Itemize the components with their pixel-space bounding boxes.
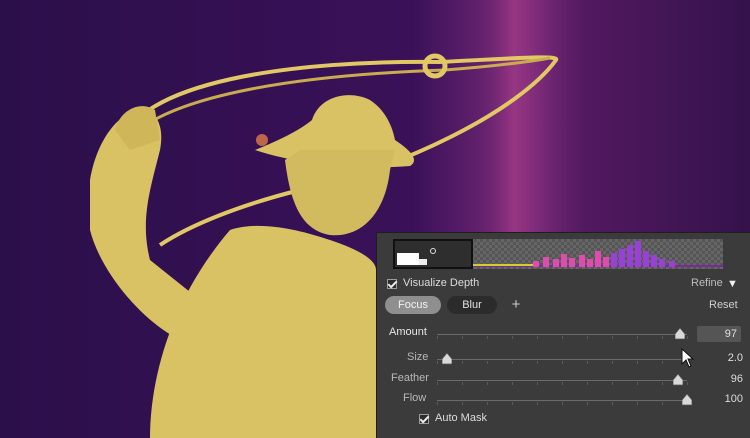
slider-amount-track[interactable] [437,334,688,339]
slider-tick [512,402,513,405]
mouse-cursor-icon [681,348,695,368]
slider-tick [662,402,663,405]
slider-tick [662,382,663,385]
auto-mask-row: Auto Mask [377,410,750,430]
reset-button[interactable]: Reset [709,299,738,311]
slider-tick [437,382,438,385]
slider-tick [487,402,488,405]
slider-size-thumb[interactable] [442,353,452,365]
slider-tick [512,361,513,364]
slider-amount-label: Amount [389,326,427,338]
slider-tick [662,361,663,364]
visualize-depth-checkbox[interactable] [387,279,397,289]
slider-feather: Feather 96 [377,370,750,390]
slider-tick [537,336,538,339]
tab-focus[interactable]: Focus [385,296,441,314]
slider-tick [587,336,588,339]
slider-tick [562,382,563,385]
slider-flow-thumb[interactable] [682,394,692,406]
slider-tick [437,361,438,364]
slider-size-value[interactable]: 2.0 [728,352,743,364]
auto-mask-checkbox[interactable] [419,414,429,424]
refine-label[interactable]: Refine [691,277,723,289]
slider-tick [637,382,638,385]
slider-amount-thumb[interactable] [675,328,685,340]
depth-panel: Visualize Depth Refine ▼ Focus Blur + Re… [376,232,750,438]
slider-flow-label: Flow [403,392,427,404]
slider-tick [487,361,488,364]
slider-size-track[interactable] [437,359,688,364]
slider-tick [462,402,463,405]
slider-tick [687,382,688,385]
slider-tick [512,382,513,385]
slider-tick [437,402,438,405]
slider-tick [537,361,538,364]
slider-tick [562,361,563,364]
add-button[interactable]: + [507,296,525,314]
slider-tick [537,402,538,405]
slider-feather-track[interactable] [437,380,688,385]
slider-tick [462,336,463,339]
slider-tick [437,336,438,339]
slider-tick [637,336,638,339]
slider-tick [612,382,613,385]
slider-feather-value[interactable]: 96 [731,373,743,385]
slider-amount: Amount 97 [377,324,750,344]
visualize-depth-row: Visualize Depth Refine ▼ [377,275,750,295]
slider-tick [562,336,563,339]
slider-tick [612,361,613,364]
slider-tick [637,402,638,405]
slider-tick [662,336,663,339]
slider-tick [637,361,638,364]
visualize-depth-label: Visualize Depth [403,277,480,289]
slider-tick [462,361,463,364]
slider-feather-thumb[interactable] [673,374,683,386]
refine-expand-icon[interactable]: ▼ [727,278,738,290]
slider-flow: Flow 100 [377,390,750,410]
slider-tick [587,361,588,364]
slider-tick [512,336,513,339]
auto-mask-label: Auto Mask [435,412,487,424]
slider-flow-value[interactable]: 100 [725,393,743,405]
slider-size-label: Size [407,351,429,363]
slider-flow-track[interactable] [437,400,688,405]
slider-tick [687,336,688,339]
slider-tick [612,402,613,405]
slider-tick [462,382,463,385]
slider-tick [487,382,488,385]
slider-tick [562,402,563,405]
tab-blur[interactable]: Blur [447,296,497,314]
slider-tick [537,382,538,385]
slider-tick [612,336,613,339]
depth-histogram[interactable] [393,239,723,269]
focus-blur-row: Focus Blur + Reset [377,295,750,315]
slider-amount-value[interactable]: 97 [697,326,741,342]
slider-feather-label: Feather [391,372,429,384]
slider-tick [487,336,488,339]
slider-tick [587,382,588,385]
slider-tick [587,402,588,405]
